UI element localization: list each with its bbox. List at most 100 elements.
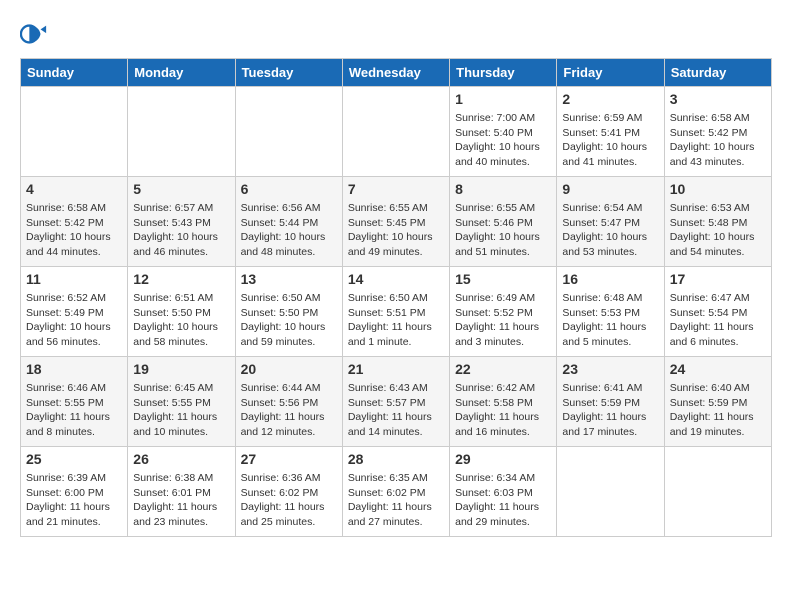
day-info: Sunrise: 6:45 AMSunset: 5:55 PMDaylight:… <box>133 381 229 440</box>
calendar-cell: 24 Sunrise: 6:40 AMSunset: 5:59 PMDayligh… <box>664 357 771 447</box>
day-info: Sunrise: 6:47 AMSunset: 5:54 PMDaylight:… <box>670 291 766 350</box>
day-number: 21 <box>348 361 444 377</box>
cell-content: 14 Sunrise: 6:50 AMSunset: 5:51 PMDayligh… <box>348 271 444 350</box>
day-info: Sunrise: 6:58 AMSunset: 5:42 PMDaylight:… <box>670 111 766 170</box>
day-number: 23 <box>562 361 658 377</box>
weekday-header-thursday: Thursday <box>450 59 557 87</box>
day-number: 25 <box>26 451 122 467</box>
cell-content: 13Sunrise: 6:50 AMSunset: 5:50 PMDayligh… <box>241 271 337 350</box>
cell-content: 9Sunrise: 6:54 AMSunset: 5:47 PMDaylight… <box>562 181 658 260</box>
day-number: 24 <box>670 361 766 377</box>
day-number: 1 <box>455 91 551 107</box>
day-info: Sunrise: 6:56 AMSunset: 5:44 PMDaylight:… <box>241 201 337 260</box>
day-number: 20 <box>241 361 337 377</box>
day-number: 18 <box>26 361 122 377</box>
day-number: 10 <box>670 181 766 197</box>
calendar-cell: 13Sunrise: 6:50 AMSunset: 5:50 PMDayligh… <box>235 267 342 357</box>
cell-content: 11Sunrise: 6:52 AMSunset: 5:49 PMDayligh… <box>26 271 122 350</box>
day-number: 28 <box>348 451 444 467</box>
day-info: Sunrise: 6:36 AMSunset: 6:02 PMDaylight:… <box>241 471 337 530</box>
weekday-header-monday: Monday <box>128 59 235 87</box>
day-info: Sunrise: 6:46 AMSunset: 5:55 PMDaylight:… <box>26 381 122 440</box>
calendar-cell: 21 Sunrise: 6:43 AMSunset: 5:57 PMDayligh… <box>342 357 449 447</box>
day-number: 8 <box>455 181 551 197</box>
day-info: Sunrise: 6:54 AMSunset: 5:47 PMDaylight:… <box>562 201 658 260</box>
calendar-cell <box>235 87 342 177</box>
calendar-cell: 26Sunrise: 6:38 AMSunset: 6:01 PMDayligh… <box>128 447 235 537</box>
week-row-2: 4 Sunrise: 6:58 AMSunset: 5:42 PMDaylight… <box>21 177 772 267</box>
cell-content: 10Sunrise: 6:53 AMSunset: 5:48 PMDayligh… <box>670 181 766 260</box>
day-number: 26 <box>133 451 229 467</box>
cell-content: 21 Sunrise: 6:43 AMSunset: 5:57 PMDayligh… <box>348 361 444 440</box>
cell-content: 1 Sunrise: 7:00 AMSunset: 5:40 PMDaylight… <box>455 91 551 170</box>
cell-content: 3 Sunrise: 6:58 AMSunset: 5:42 PMDaylight… <box>670 91 766 170</box>
day-number: 14 <box>348 271 444 287</box>
cell-content: 7 Sunrise: 6:55 AMSunset: 5:45 PMDaylight… <box>348 181 444 260</box>
day-number: 7 <box>348 181 444 197</box>
weekday-header-row: SundayMondayTuesdayWednesdayThursdayFrid… <box>21 59 772 87</box>
day-info: Sunrise: 6:48 AMSunset: 5:53 PMDaylight:… <box>562 291 658 350</box>
day-info: Sunrise: 6:50 AMSunset: 5:51 PMDaylight:… <box>348 291 444 350</box>
day-info: Sunrise: 6:50 AMSunset: 5:50 PMDaylight:… <box>241 291 337 350</box>
weekday-header-sunday: Sunday <box>21 59 128 87</box>
cell-content: 15Sunrise: 6:49 AMSunset: 5:52 PMDayligh… <box>455 271 551 350</box>
day-number: 29 <box>455 451 551 467</box>
day-info: Sunrise: 6:41 AMSunset: 5:59 PMDaylight:… <box>562 381 658 440</box>
cell-content: 27Sunrise: 6:36 AMSunset: 6:02 PMDayligh… <box>241 451 337 530</box>
cell-content: 28 Sunrise: 6:35 AMSunset: 6:02 PMDayligh… <box>348 451 444 530</box>
calendar-cell: 28 Sunrise: 6:35 AMSunset: 6:02 PMDayligh… <box>342 447 449 537</box>
day-number: 4 <box>26 181 122 197</box>
cell-content: 4 Sunrise: 6:58 AMSunset: 5:42 PMDaylight… <box>26 181 122 260</box>
day-number: 11 <box>26 271 122 287</box>
week-row-5: 25 Sunrise: 6:39 AMSunset: 6:00 PMDayligh… <box>21 447 772 537</box>
cell-content: 2 Sunrise: 6:59 AMSunset: 5:41 PMDaylight… <box>562 91 658 170</box>
cell-content: 24 Sunrise: 6:40 AMSunset: 5:59 PMDayligh… <box>670 361 766 440</box>
day-number: 19 <box>133 361 229 377</box>
day-info: Sunrise: 6:51 AMSunset: 5:50 PMDaylight:… <box>133 291 229 350</box>
calendar-cell: 12 Sunrise: 6:51 AMSunset: 5:50 PMDayligh… <box>128 267 235 357</box>
day-number: 22 <box>455 361 551 377</box>
calendar-cell <box>664 447 771 537</box>
calendar-cell: 17Sunrise: 6:47 AMSunset: 5:54 PMDayligh… <box>664 267 771 357</box>
calendar-table: SundayMondayTuesdayWednesdayThursdayFrid… <box>20 58 772 537</box>
day-info: Sunrise: 6:39 AMSunset: 6:00 PMDaylight:… <box>26 471 122 530</box>
cell-content: 23 Sunrise: 6:41 AMSunset: 5:59 PMDayligh… <box>562 361 658 440</box>
calendar-cell: 25 Sunrise: 6:39 AMSunset: 6:00 PMDayligh… <box>21 447 128 537</box>
day-info: Sunrise: 6:55 AMSunset: 5:46 PMDaylight:… <box>455 201 551 260</box>
weekday-header-saturday: Saturday <box>664 59 771 87</box>
calendar-cell: 9Sunrise: 6:54 AMSunset: 5:47 PMDaylight… <box>557 177 664 267</box>
cell-content: 8 Sunrise: 6:55 AMSunset: 5:46 PMDaylight… <box>455 181 551 260</box>
weekday-header-tuesday: Tuesday <box>235 59 342 87</box>
day-info: Sunrise: 6:43 AMSunset: 5:57 PMDaylight:… <box>348 381 444 440</box>
calendar-cell <box>342 87 449 177</box>
day-info: Sunrise: 6:57 AMSunset: 5:43 PMDaylight:… <box>133 201 229 260</box>
cell-content: 25 Sunrise: 6:39 AMSunset: 6:00 PMDayligh… <box>26 451 122 530</box>
day-number: 16 <box>562 271 658 287</box>
day-info: Sunrise: 6:55 AMSunset: 5:45 PMDaylight:… <box>348 201 444 260</box>
day-number: 3 <box>670 91 766 107</box>
logo-icon <box>20 20 48 48</box>
calendar-cell: 11Sunrise: 6:52 AMSunset: 5:49 PMDayligh… <box>21 267 128 357</box>
calendar-cell: 10Sunrise: 6:53 AMSunset: 5:48 PMDayligh… <box>664 177 771 267</box>
day-number: 12 <box>133 271 229 287</box>
day-info: Sunrise: 6:59 AMSunset: 5:41 PMDaylight:… <box>562 111 658 170</box>
page-header <box>20 20 772 48</box>
day-info: Sunrise: 6:40 AMSunset: 5:59 PMDaylight:… <box>670 381 766 440</box>
cell-content: 6Sunrise: 6:56 AMSunset: 5:44 PMDaylight… <box>241 181 337 260</box>
cell-content: 22 Sunrise: 6:42 AMSunset: 5:58 PMDayligh… <box>455 361 551 440</box>
cell-content: 29Sunrise: 6:34 AMSunset: 6:03 PMDayligh… <box>455 451 551 530</box>
day-info: Sunrise: 7:00 AMSunset: 5:40 PMDaylight:… <box>455 111 551 170</box>
week-row-4: 18 Sunrise: 6:46 AMSunset: 5:55 PMDayligh… <box>21 357 772 447</box>
day-number: 5 <box>133 181 229 197</box>
cell-content: 12 Sunrise: 6:51 AMSunset: 5:50 PMDayligh… <box>133 271 229 350</box>
cell-content: 17Sunrise: 6:47 AMSunset: 5:54 PMDayligh… <box>670 271 766 350</box>
calendar-cell: 29Sunrise: 6:34 AMSunset: 6:03 PMDayligh… <box>450 447 557 537</box>
calendar-cell: 15Sunrise: 6:49 AMSunset: 5:52 PMDayligh… <box>450 267 557 357</box>
calendar-cell: 4 Sunrise: 6:58 AMSunset: 5:42 PMDaylight… <box>21 177 128 267</box>
day-number: 2 <box>562 91 658 107</box>
calendar-cell: 3 Sunrise: 6:58 AMSunset: 5:42 PMDaylight… <box>664 87 771 177</box>
calendar-cell: 20Sunrise: 6:44 AMSunset: 5:56 PMDayligh… <box>235 357 342 447</box>
day-info: Sunrise: 6:58 AMSunset: 5:42 PMDaylight:… <box>26 201 122 260</box>
day-info: Sunrise: 6:42 AMSunset: 5:58 PMDaylight:… <box>455 381 551 440</box>
day-info: Sunrise: 6:35 AMSunset: 6:02 PMDaylight:… <box>348 471 444 530</box>
